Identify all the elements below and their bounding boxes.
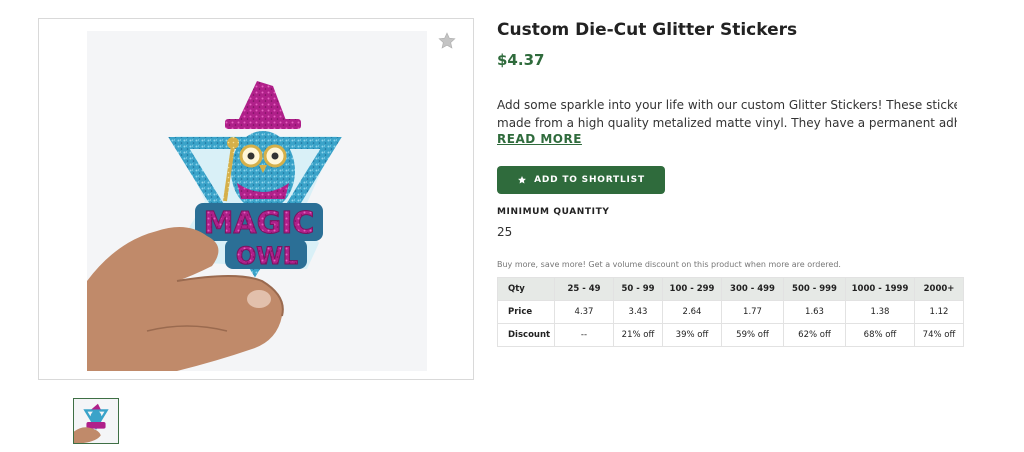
product-price: $4.37: [497, 51, 545, 69]
product-title: Custom Die-Cut Glitter Stickers: [497, 20, 798, 40]
table-cell: 1.77: [721, 300, 784, 324]
sticker-text-owl: OWL: [236, 242, 298, 270]
table-cell: 25 - 49: [554, 277, 614, 301]
table-cell: 300 - 499: [721, 277, 784, 301]
read-more-link[interactable]: READ MORE: [497, 132, 582, 146]
table-cell: 39% off: [662, 323, 722, 347]
table-cell: 500 - 999: [783, 277, 846, 301]
table-cell: 100 - 299: [662, 277, 722, 301]
table-cell: Price: [497, 300, 555, 324]
product-description: Add some sparkle into your life with our…: [497, 96, 957, 132]
table-cell: 59% off: [721, 323, 784, 347]
table-cell: 68% off: [845, 323, 915, 347]
table-cell: 1000 - 1999: [845, 277, 915, 301]
table-cell: 2000+: [914, 277, 964, 301]
volume-pricing-table: Qty 25 - 49 50 - 99 100 - 299 300 - 499 …: [497, 277, 964, 347]
thumbnail-sticker-image: [74, 399, 118, 443]
minimum-quantity-label: MINIMUM QUANTITY: [497, 207, 610, 217]
table-cell: Discount: [497, 323, 555, 347]
table-cell: 21% off: [613, 323, 663, 347]
table-cell: 1.38: [845, 300, 915, 324]
table-cell: 1.12: [914, 300, 964, 324]
description-line: made from a high quality metalized matte…: [497, 116, 957, 130]
table-cell: 2.64: [662, 300, 722, 324]
table-cell: 50 - 99: [613, 277, 663, 301]
table-cell: 62% off: [783, 323, 846, 347]
sticker-text-magic: MAGIC: [204, 206, 315, 241]
add-to-shortlist-button[interactable]: ADD TO SHORTLIST: [497, 166, 665, 194]
table-row: Discount -- 21% off 39% off 59% off 62% …: [497, 323, 964, 347]
table-cell: 1.63: [783, 300, 846, 324]
table-row: Price 4.37 3.43 2.64 1.77 1.63 1.38 1.12: [497, 300, 964, 324]
volume-discount-note: Buy more, save more! Get a volume discou…: [497, 260, 841, 269]
product-photo[interactable]: MAGIC OWL: [87, 31, 427, 371]
table-cell: --: [554, 323, 614, 347]
table-cell: Qty: [497, 277, 555, 301]
thumbnail-image[interactable]: [73, 398, 119, 444]
table-cell: 3.43: [613, 300, 663, 324]
product-image-frame: MAGIC OWL: [38, 18, 474, 380]
favorite-star-icon[interactable]: [437, 31, 457, 51]
table-cell: 74% off: [914, 323, 964, 347]
add-to-shortlist-label: ADD TO SHORTLIST: [534, 175, 645, 185]
table-cell: 4.37: [554, 300, 614, 324]
star-icon: [518, 176, 527, 184]
description-line: Add some sparkle into your life with our…: [497, 98, 957, 112]
minimum-quantity-value: 25: [497, 225, 513, 239]
table-row: Qty 25 - 49 50 - 99 100 - 299 300 - 499 …: [497, 277, 964, 301]
